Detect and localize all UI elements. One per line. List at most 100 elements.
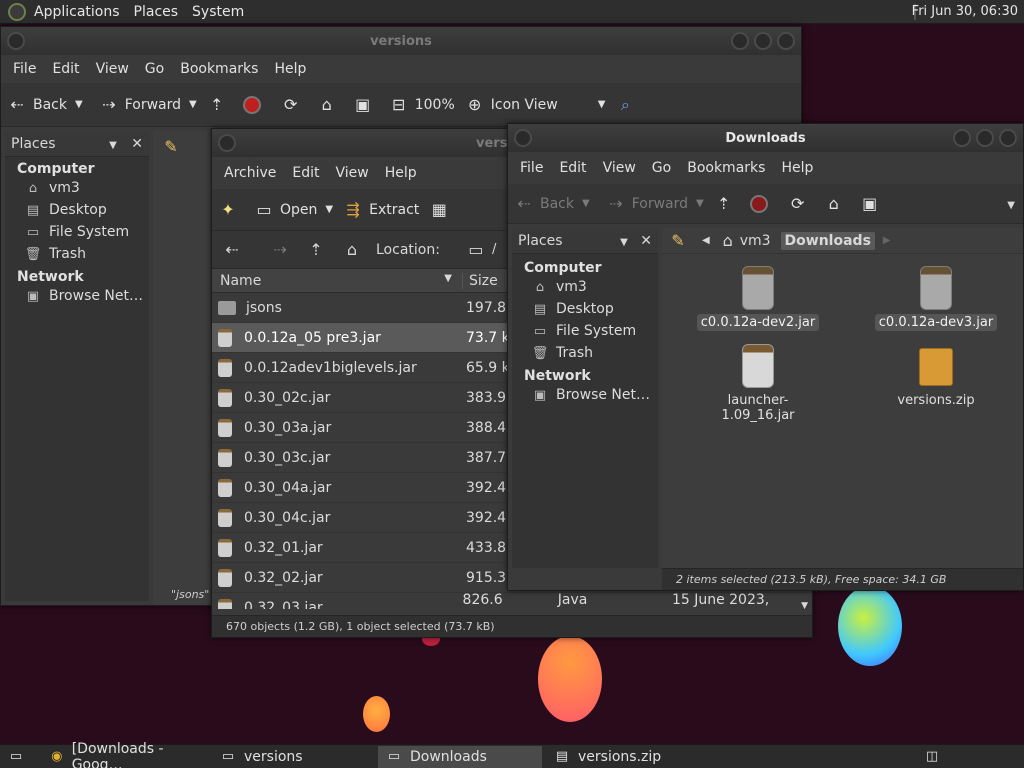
close-sidebar-icon[interactable]: ✕ [640,233,652,249]
breadcrumb-downloads[interactable]: Downloads [780,231,875,250]
task-versions-zip[interactable]: ▤ versions.zip [546,746,706,768]
view-mode-select[interactable]: ⊕ Icon View ▼ [465,95,606,114]
chevron-down-icon[interactable]: ▼ [325,204,333,215]
add-files-button[interactable]: ▦ [429,200,455,219]
forward-button[interactable]: ⇢ Forward ▼ [99,95,197,114]
edit-location-icon[interactable]: ✎ [668,231,688,250]
sidebar-item-browse-network[interactable]: ▣ Browse Net… [512,384,658,406]
open-button[interactable]: ▭ Open ▼ [254,200,333,219]
show-desktop-button[interactable]: ▭ [0,746,38,768]
table-row[interactable]: 0.32_03.jar826.6 kB Java archive 15 June 2… [212,592,812,609]
breadcrumb-back-chevron-icon[interactable]: ◀ [702,235,710,246]
chevron-down-icon[interactable]: ▼ [620,237,628,248]
close-sidebar-icon[interactable]: ✕ [131,136,143,152]
column-size[interactable]: Size [462,272,498,289]
chevron-down-icon[interactable]: ▼ [598,99,606,110]
back-icon[interactable]: ⇠ [222,240,242,259]
task-browser[interactable]: ◉ [Downloads - Goog… [42,741,208,768]
sidebar-item-trash[interactable]: 🗑 Trash [5,243,149,265]
chevron-down-icon[interactable]: ▼ [696,198,704,209]
up-button[interactable]: ⇡ [207,95,233,114]
sidebar-item-filesystem[interactable]: ▭ File System [512,320,658,342]
close-button[interactable] [777,32,795,50]
clock[interactable]: Fri Jun 30, 06:30 [912,4,1018,19]
close-button[interactable] [999,129,1017,147]
menu-view[interactable]: View [336,165,369,181]
task-downloads[interactable]: ▭ Downloads [378,745,542,768]
menu-archive[interactable]: Archive [224,165,276,181]
window-titlebar[interactable]: Downloads [508,124,1023,152]
file-item[interactable]: c0.0.12a-dev3.jar [866,266,1006,331]
menu-help[interactable]: Help [274,61,306,77]
minimize-button[interactable] [953,129,971,147]
breadcrumb-vm3[interactable]: vm3 [740,233,771,249]
sidebar-item-browse-network[interactable]: ▣ Browse Net… [5,285,149,307]
edit-location-icon[interactable]: ✎ [161,137,181,156]
workspace-switcher[interactable]: ◫ [916,746,954,768]
forward-button[interactable]: ⇢ Forward ▼ [606,194,704,213]
back-button[interactable]: ⇠ Back ▼ [7,95,83,114]
forward-icon[interactable]: ⇢ [270,240,290,259]
menu-edit[interactable]: Edit [52,61,79,77]
file-item[interactable]: versions.zip [866,344,1006,409]
menu-go[interactable]: Go [652,160,671,176]
extract-button[interactable]: ⇶ Extract [343,200,419,219]
computer-button[interactable]: ▣ [860,194,886,213]
menu-view[interactable]: View [96,61,129,77]
distro-logo-icon[interactable] [8,2,26,21]
chevron-down-icon[interactable]: ▼ [109,140,117,151]
window-menu-button[interactable] [218,134,236,152]
maximize-button[interactable] [976,129,994,147]
location-value[interactable]: / [492,242,496,257]
task-versions[interactable]: ▭ versions [212,746,374,768]
search-button[interactable]: ⌕ [615,95,641,115]
stop-button[interactable] [242,95,261,114]
sidebar-item-vm3[interactable]: ⌂ vm3 [5,177,149,199]
home-button[interactable]: ⌂ [824,194,850,213]
up-icon[interactable]: ⇡ [306,240,326,259]
chevron-down-icon[interactable]: ▼ [75,99,83,110]
chevron-down-icon[interactable]: ▼ [582,198,590,209]
menu-file[interactable]: File [13,61,36,77]
menu-places[interactable]: Places [134,4,179,20]
maximize-button[interactable] [754,32,772,50]
file-item[interactable]: launcher-1.09_16.jar [688,344,828,424]
window-titlebar[interactable]: versions [1,27,801,55]
up-button[interactable]: ⇡ [714,194,740,213]
sidebar-item-desktop[interactable]: ▤ Desktop [5,199,149,221]
minimize-button[interactable] [731,32,749,50]
places-selector[interactable]: Places ▼ ✕ [5,131,149,157]
menu-edit[interactable]: Edit [292,165,319,181]
toolbar-overflow-chevron-icon[interactable]: ▼ [1007,200,1015,211]
menu-applications[interactable]: Applications [34,4,120,20]
sidebar-item-filesystem[interactable]: ▭ File System [5,221,149,243]
scroll-down-icon[interactable]: ▼ [801,601,808,611]
window-menu-button[interactable] [7,32,25,50]
breadcrumb-forward-chevron-icon[interactable]: ▶ [883,235,891,246]
menu-help[interactable]: Help [385,165,417,181]
menu-help[interactable]: Help [781,160,813,176]
reload-button[interactable]: ⟳ [788,194,814,213]
home-icon[interactable]: ⌂ [342,240,362,259]
menu-file[interactable]: File [520,160,543,176]
new-archive-button[interactable]: ✦ [218,200,244,219]
menu-view[interactable]: View [603,160,636,176]
sidebar-item-vm3[interactable]: ⌂ vm3 [512,276,658,298]
stop-button[interactable] [749,194,768,213]
back-button[interactable]: ⇠ Back ▼ [514,194,590,213]
computer-button[interactable]: ▣ [353,95,379,114]
reload-button[interactable]: ⟳ [281,95,307,114]
sidebar-item-trash[interactable]: 🗑 Trash [512,342,658,364]
sidebar-item-desktop[interactable]: ▤ Desktop [512,298,658,320]
menu-system[interactable]: System [192,4,244,20]
chevron-down-icon[interactable]: ▼ [189,99,197,110]
file-item[interactable]: c0.0.12a-dev2.jar [688,266,828,331]
home-button[interactable]: ⌂ [317,95,343,114]
menu-bookmarks[interactable]: Bookmarks [180,61,258,77]
menu-go[interactable]: Go [145,61,164,77]
column-name[interactable]: Name ▼ [212,273,462,289]
places-selector[interactable]: Places ▼ ✕ [512,228,658,254]
menu-edit[interactable]: Edit [559,160,586,176]
zoom-out-button[interactable]: ⊟ 100% [389,95,455,114]
window-menu-button[interactable] [514,129,532,147]
